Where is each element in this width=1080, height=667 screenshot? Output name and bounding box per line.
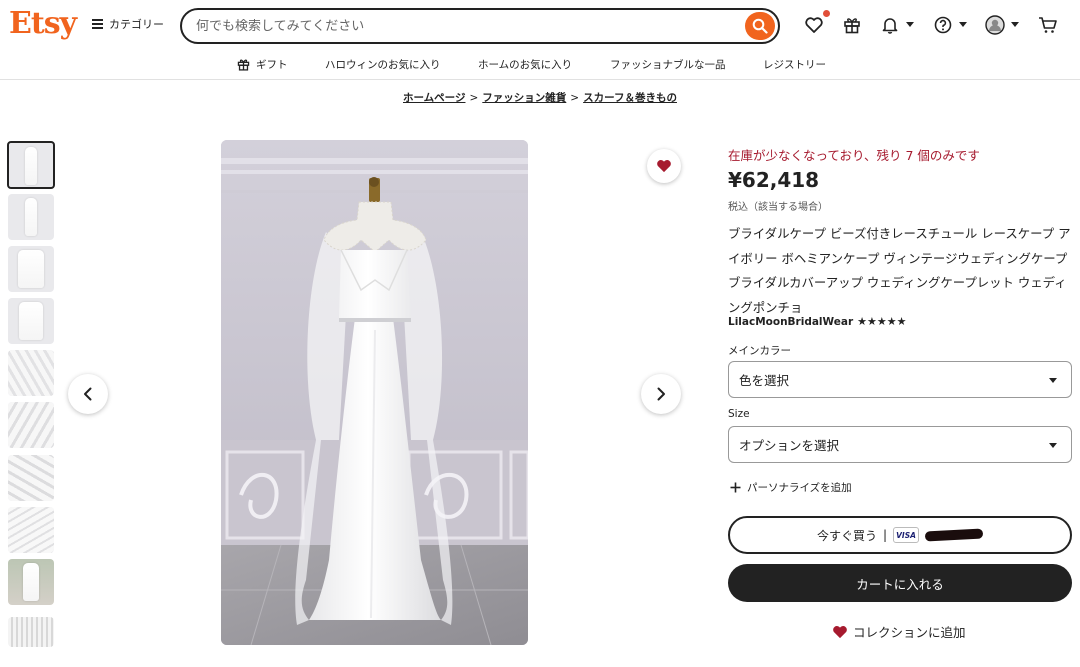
thumbnail-image [8,350,54,396]
cart-button[interactable] [1037,14,1059,36]
notifications-button[interactable] [879,14,901,36]
favorites-button[interactable] [803,14,825,36]
nav-item-gift[interactable]: ギフト [237,57,288,72]
thumbnail-image [25,147,37,185]
search-icon [752,18,768,34]
favorite-button[interactable] [647,149,681,183]
thumbnail-5[interactable] [8,350,54,396]
color-label: メインカラー [728,345,791,357]
add-personalization-button[interactable]: パーソナライズを追加 [730,480,852,495]
thumbnail-image [25,198,37,236]
previous-image-button[interactable] [68,374,108,414]
categories-label: カテゴリー [109,18,164,31]
nav-item-label: ホームのお気に入り [478,59,573,71]
account-button[interactable] [984,14,1006,36]
thumbnail-6[interactable] [8,402,54,448]
breadcrumb-separator: > [570,92,580,104]
bridal-cape-photo [221,140,528,645]
account-caret-icon[interactable] [1011,22,1019,27]
cart-icon [1039,17,1057,33]
listing-title: ブライダルケープ ビーズ付きレースチュール レースケープ アイボリー ボヘミアン… [728,226,1071,315]
shop-info: LilacMoonBridalWear ★★★★★ [728,315,906,328]
hamburger-icon [92,19,103,29]
add-to-collection-label: コレクションに追加 [853,625,966,640]
color-select-value: 色を選択 [739,373,790,388]
tax-note: 税込（該当する場合） [728,202,828,213]
thumbnail-7[interactable] [8,455,54,501]
nav-item-home[interactable]: ホームのお気に入り [478,57,572,72]
size-label: Size [728,408,750,420]
personalize-label: パーソナライズを追加 [747,482,852,494]
nav-item-label: レジストリー [763,59,826,71]
help-caret-icon[interactable] [959,22,967,27]
plus-icon [730,482,741,493]
dropdown-arrow-icon [1049,378,1057,383]
search-input[interactable] [196,18,778,34]
breadcrumb: ホームページ > ファッション雑貨 > スカーフ＆巻きもの [0,90,1080,105]
gift-button[interactable] [841,14,863,36]
help-icon [934,16,952,34]
gift-icon [237,59,250,71]
notifications-caret-icon[interactable] [906,22,914,27]
thumbnail-3[interactable] [8,246,54,292]
search-button[interactable] [745,12,775,40]
buy-now-separator: | [882,528,888,542]
nav-item-registry[interactable]: レジストリー [763,57,826,72]
nav-item-halloween[interactable]: ハロウィンのお気に入り [325,57,441,72]
etsy-logo[interactable]: Etsy [9,6,77,41]
dropdown-arrow-icon [1049,443,1057,448]
buy-now-button[interactable]: 今すぐ買う | VISA [728,516,1072,554]
chevron-right-icon [657,387,665,401]
nav-item-label: ファッショナブルな一品 [610,59,726,71]
search-bar [180,8,780,44]
categories-button[interactable]: カテゴリー [92,16,164,32]
gift-icon [844,18,860,34]
thumbnail-2[interactable] [8,194,54,240]
heart-filled-icon [833,625,847,638]
nav-item-label: ギフト [256,59,288,71]
site-header: Etsy カテゴリー [0,0,1080,52]
heart-outline-icon [805,17,823,33]
thumbnail-8[interactable] [8,507,54,553]
thumbnail-9[interactable] [8,559,54,605]
help-button[interactable] [932,14,954,36]
thumbnail-image [8,455,54,501]
avatar-icon [985,15,1005,35]
price: ¥62,418 [728,168,820,192]
thumbnail-image [23,563,39,601]
redacted-card-number [924,528,984,542]
size-select[interactable]: オプションを選択 [728,426,1072,463]
nav-item-label: ハロウィンのお気に入り [325,59,441,71]
add-to-collection-button[interactable]: コレクションに追加 [832,622,966,641]
heart-filled-icon [657,160,671,173]
chevron-left-icon [84,387,92,401]
category-nav: ギフト ハロウィンのお気に入り ホームのお気に入り ファッショナブルな一品 レジ… [0,52,1080,80]
visa-card-icon: VISA [893,527,920,543]
next-image-button[interactable] [641,374,681,414]
thumbnail-10[interactable] [8,617,54,647]
bell-icon [882,18,898,34]
breadcrumb-separator: > [469,92,479,104]
notification-dot [823,10,830,17]
thumbnail-image [8,507,54,553]
color-select[interactable]: 色を選択 [728,361,1072,398]
thumbnail-1[interactable] [7,141,55,189]
main-product-image[interactable] [221,140,528,645]
thumbnail-image [19,302,43,340]
size-select-value: オプションを選択 [739,438,840,453]
rating-stars[interactable]: ★★★★★ [857,315,906,328]
shop-name[interactable]: LilacMoonBridalWear [728,316,853,328]
low-stock-notice: 在庫が少なくなっており、残り 7 個のみです [728,148,980,163]
thumbnail-image [8,402,54,448]
nav-item-fashion[interactable]: ファッショナブルな一品 [610,57,726,72]
breadcrumb-scarves[interactable]: スカーフ＆巻きもの [583,92,677,104]
breadcrumb-home[interactable]: ホームページ [403,92,465,104]
thumbnail-image [18,250,44,288]
breadcrumb-fashion-accessories[interactable]: ファッション雑貨 [482,92,566,104]
thumbnail-4[interactable] [8,298,54,344]
add-to-cart-button[interactable]: カートに入れる [728,564,1072,602]
buy-now-label: 今すぐ買う [816,528,877,543]
